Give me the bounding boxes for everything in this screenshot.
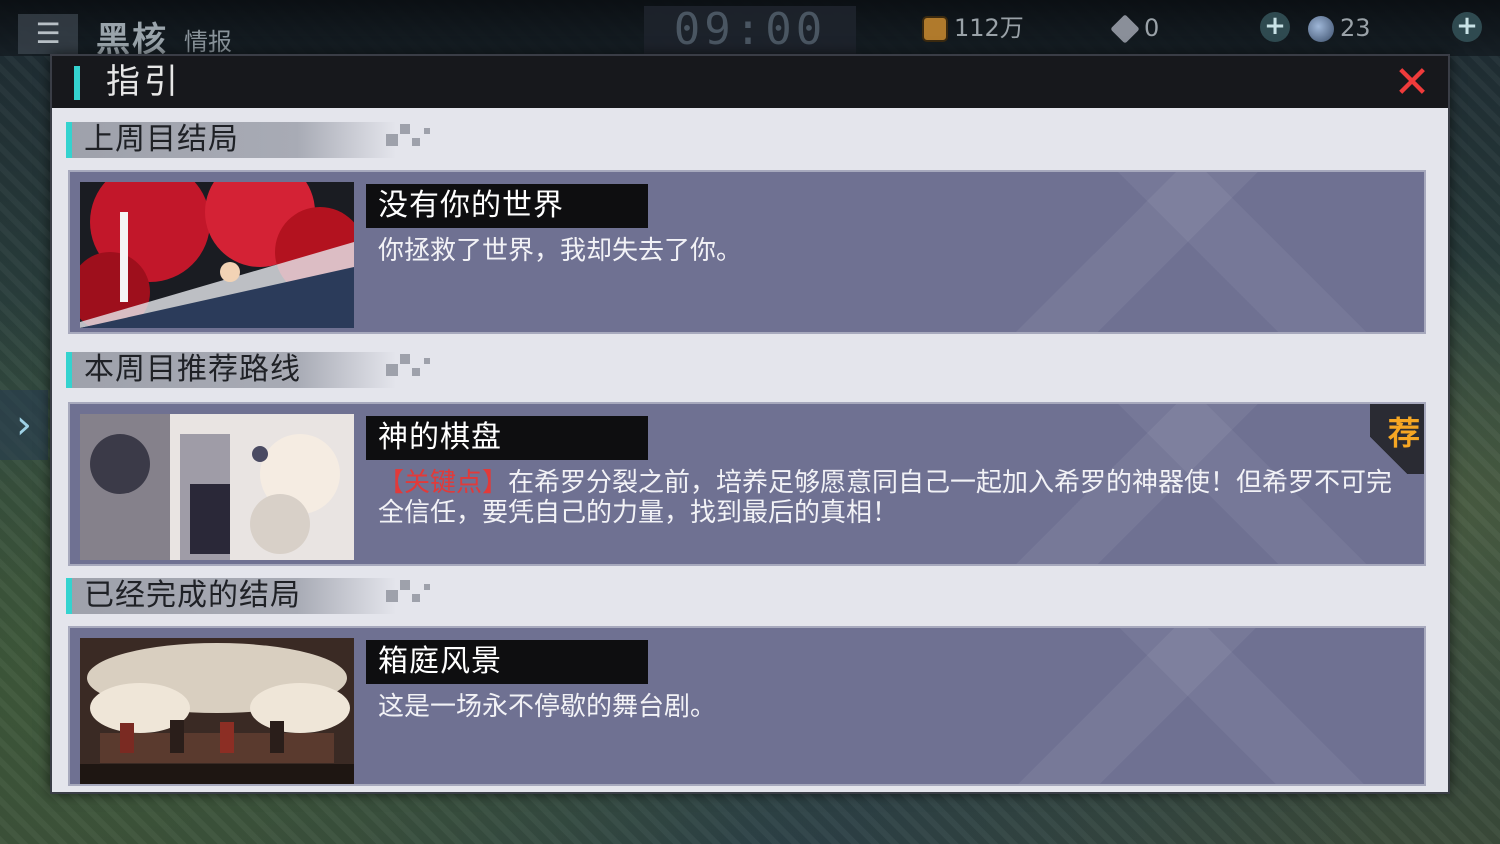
route-name-box: 神的棋盘: [366, 416, 648, 460]
diamond-icon: [1110, 14, 1140, 44]
close-icon[interactable]: ✕: [1392, 61, 1432, 105]
ending-card-completed[interactable]: 箱庭风景 这是一场永不停歇的舞台剧。: [68, 626, 1426, 786]
section-label: 本周目推荐路线: [84, 352, 301, 387]
route-card-recommended[interactable]: 神的棋盘 【关键点】在希罗分裂之前，培养足够愿意同自己一起加入希罗的神器使！但希…: [68, 402, 1426, 566]
key-point-label: 【关键点】: [378, 468, 509, 498]
pixel-decoration: [386, 124, 446, 156]
menu-icon[interactable]: ☰: [18, 14, 78, 54]
side-expand-arrow-icon[interactable]: ›: [0, 390, 48, 460]
gem-counter: 0: [1110, 12, 1160, 44]
top-status-bar: ☰ 黑核 情报 09:00 112万 0 + 23 +: [0, 0, 1500, 60]
gold-value: 112万: [954, 14, 1024, 42]
pixel-decoration: [386, 354, 446, 386]
ending-thumbnail: [80, 182, 354, 328]
gem-value: 0: [1144, 14, 1160, 42]
ending-description: 你拯救了世界，我却失去了你。: [378, 236, 743, 266]
section-accent-bar: [66, 352, 72, 388]
dialog-header: 指引 ✕: [52, 56, 1448, 108]
brand-subtitle: 情报: [184, 28, 232, 56]
section-accent-bar: [66, 122, 72, 158]
orb-icon: [1308, 16, 1334, 42]
section-label: 已经完成的结局: [84, 578, 301, 613]
route-name: 神的棋盘: [378, 420, 502, 455]
route-thumbnail: [80, 414, 354, 560]
game-clock: 09:00: [644, 6, 856, 54]
orb-value: 23: [1340, 14, 1371, 42]
section-header-recommended-route: 本周目推荐路线: [66, 352, 430, 388]
section-accent-bar: [66, 578, 72, 614]
ending-name: 没有你的世界: [378, 188, 564, 223]
pixel-decoration: [386, 580, 446, 612]
add-orbs-button[interactable]: +: [1452, 12, 1482, 42]
recommended-badge: 荐: [1370, 404, 1424, 474]
completed-ending-name-box: 箱庭风景: [366, 640, 648, 684]
recommended-badge-label: 荐: [1387, 414, 1420, 452]
orb-counter: 23: [1308, 12, 1371, 44]
section-label: 上周目结局: [84, 122, 239, 157]
header-accent-bar: [74, 66, 80, 100]
dialog-title: 指引: [106, 62, 182, 102]
coin-icon: [922, 16, 948, 42]
completed-ending-thumbnail: [80, 638, 354, 784]
ending-card-last[interactable]: 没有你的世界 你拯救了世界，我却失去了你。: [68, 170, 1426, 334]
gold-counter: 112万: [922, 12, 1024, 44]
completed-ending-description: 这是一场永不停歇的舞台剧。: [378, 692, 717, 722]
route-description: 【关键点】在希罗分裂之前，培养足够愿意同自己一起加入希罗的神器使！但希罗不可完全…: [378, 468, 1408, 528]
section-header-last-ending: 上周目结局: [66, 122, 430, 158]
section-header-completed-endings: 已经完成的结局: [66, 578, 430, 614]
guide-dialog: 指引 ✕ 上周目结局 没有你的世界 你拯救了世界，我却失去了你。 本周目推荐路线…: [50, 54, 1450, 794]
route-description-text: 在希罗分裂之前，培养足够愿意同自己一起加入希罗的神器使！但希罗不可完全信任，要凭…: [378, 468, 1393, 528]
completed-ending-name: 箱庭风景: [378, 644, 502, 679]
add-gems-button[interactable]: +: [1260, 12, 1290, 42]
ending-name-box: 没有你的世界: [366, 184, 648, 228]
